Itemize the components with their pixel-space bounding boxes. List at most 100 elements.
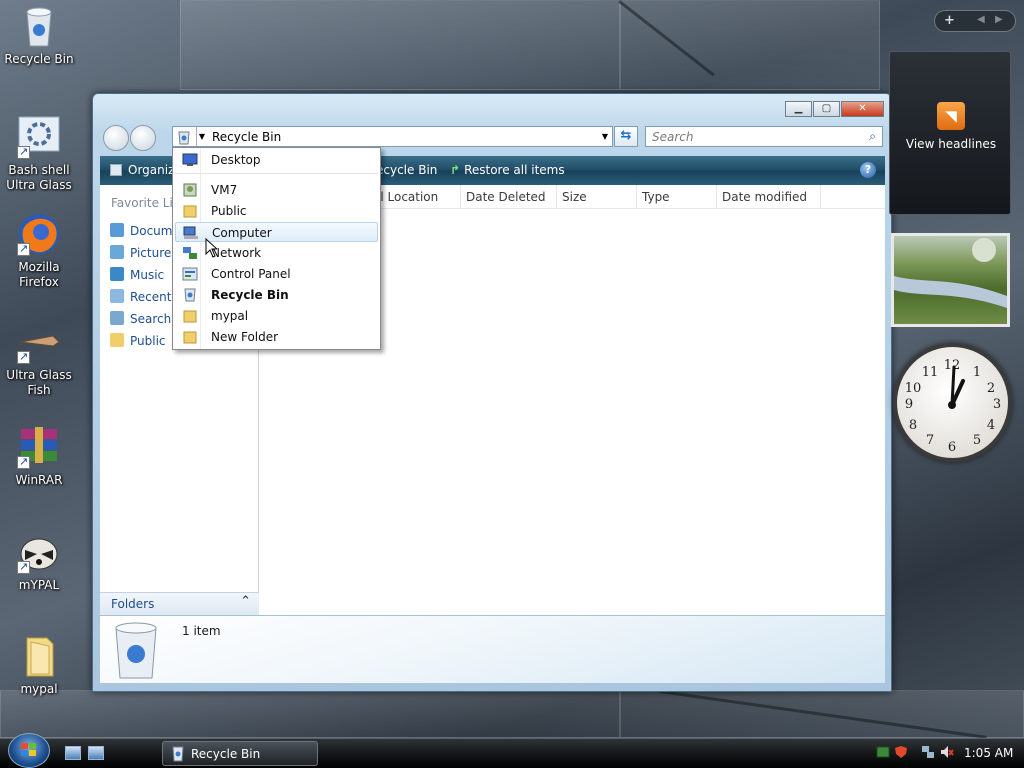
clock-time[interactable]: 1:05 AM — [964, 746, 1013, 760]
column-date-modified[interactable]: Date modified — [722, 190, 807, 204]
desktop-icon-label: mypal — [20, 682, 58, 696]
desktop-icon-mypal-app[interactable]: mYPAL — [1, 530, 77, 593]
close-button[interactable]: ✕ — [841, 101, 884, 117]
pictures-icon — [110, 245, 124, 259]
folder-icon — [110, 333, 124, 347]
next-gadgets-icon[interactable]: ▶ — [995, 14, 1003, 25]
minimize-button[interactable]: ▁ — [785, 101, 812, 117]
svg-text:4: 4 — [987, 418, 995, 433]
window-controls: ▁ ▢ ✕ — [785, 101, 884, 117]
address-text: Recycle Bin — [212, 130, 282, 144]
menu-item-recycle-bin[interactable]: Recycle Bin — [175, 285, 378, 305]
column-date-deleted[interactable]: Date Deleted — [466, 190, 546, 204]
desktop-icon-label: Recycle Bin — [4, 52, 74, 66]
control-panel-icon — [182, 267, 198, 281]
windows-logo-icon — [21, 743, 36, 756]
help-button[interactable]: ? — [860, 162, 876, 178]
bash-shell-icon — [17, 115, 61, 159]
desktop-icon-recycle-bin[interactable]: Recycle Bin — [1, 4, 77, 67]
desktop-icon-label: Bash shell Ultra Glass — [6, 163, 72, 192]
desktop-icon-label: Mozilla Firefox — [18, 260, 60, 289]
recycle-bin-icon — [176, 129, 192, 145]
refresh-button[interactable]: ⇆ — [614, 126, 638, 147]
search-box[interactable]: Search ⌕ — [645, 126, 883, 147]
svg-text:10: 10 — [905, 381, 922, 396]
empty-recycle-bin-button[interactable]: ecycle Bin — [376, 163, 437, 177]
slideshow-gadget[interactable] — [891, 233, 1010, 327]
show-desktop-icon[interactable] — [65, 746, 81, 760]
recycle-bin-icon — [17, 4, 61, 48]
shortcut-arrow-icon — [17, 349, 30, 364]
breadcrumb-dropdown-button[interactable]: ▼ — [196, 127, 207, 146]
menu-item-control-panel[interactable]: Control Panel — [175, 264, 378, 284]
search-input[interactable]: Search — [652, 130, 694, 144]
menu-item-mypal[interactable]: mypal — [175, 306, 378, 326]
start-button[interactable] — [8, 733, 50, 768]
column-separator[interactable] — [636, 185, 637, 209]
column-separator[interactable] — [556, 185, 557, 209]
network-icon[interactable] — [921, 745, 935, 759]
feed-headlines-gadget[interactable]: ◥ View headlines — [889, 51, 1011, 215]
previous-gadgets-icon[interactable]: ◀ — [977, 14, 985, 25]
desktop-icon-mypal-folder[interactable]: mypal — [1, 634, 77, 697]
desktop-icon-ultra-glass-fish[interactable]: Ultra Glass Fish — [1, 320, 77, 398]
desktop-icon-label: Ultra Glass Fish — [6, 368, 72, 397]
forward-button[interactable] — [130, 125, 156, 151]
menu-item-new-folder[interactable]: New Folder — [175, 327, 378, 347]
column-size[interactable]: Size — [562, 190, 587, 204]
clock-face: 12 1234567891011 — [905, 358, 1001, 455]
taskbar-button-recycle-bin[interactable]: Recycle Bin — [162, 741, 318, 766]
address-bar[interactable]: ▼ Recycle Bin ▼ — [172, 126, 613, 147]
menu-item-public[interactable]: Public — [175, 201, 378, 221]
view-headlines-link[interactable]: View headlines — [890, 137, 1012, 151]
folder-icon — [17, 634, 61, 678]
switch-windows-icon[interactable] — [88, 746, 104, 760]
folder-icon — [182, 330, 198, 344]
desktop-icon-winrar[interactable]: WinRAR — [1, 425, 77, 488]
details-pane: 1 item — [100, 615, 885, 683]
fish-icon — [17, 320, 61, 364]
column-separator[interactable] — [716, 185, 717, 209]
column-original-location[interactable]: al Location — [373, 190, 438, 204]
folders-label: Folders — [111, 597, 155, 611]
security-shield-icon[interactable] — [894, 745, 908, 759]
nav-link-public[interactable]: Public — [110, 333, 166, 351]
column-separator[interactable] — [460, 185, 461, 209]
menu-item-vm7[interactable]: VM7 — [175, 180, 378, 200]
organize-button[interactable]: Organiz — [110, 163, 174, 177]
tray-app-icon[interactable] — [876, 745, 890, 759]
clock-gadget[interactable]: 12 1 2 3 4 5 6 7 8 9 10 11 — [893, 343, 1012, 462]
recycle-bin-icon — [170, 745, 186, 765]
menu-item-desktop[interactable]: Desktop — [175, 150, 378, 170]
raccoon-icon — [17, 530, 61, 574]
address-history-dropdown-icon[interactable]: ▼ — [602, 127, 608, 146]
folders-toggle[interactable]: Folders ⌃ — [100, 592, 259, 615]
maximize-button[interactable]: ▢ — [813, 101, 840, 117]
desktop-icon-bash-shell[interactable]: Bash shell Ultra Glass — [1, 115, 77, 193]
user-folder-icon — [182, 183, 198, 197]
column-separator[interactable] — [820, 185, 821, 209]
svg-text:11: 11 — [922, 365, 939, 380]
nav-link-music[interactable]: Music — [110, 267, 164, 285]
restore-all-items-button[interactable]: ↱ Restore all items — [450, 163, 565, 177]
column-type[interactable]: Type — [642, 190, 670, 204]
desktop-icon-firefox[interactable]: Mozilla Firefox — [1, 212, 77, 290]
address-dropdown-menu: Desktop VM7 Public Computer Network Cont… — [172, 147, 381, 350]
network-icon — [182, 246, 198, 260]
nav-link-pictures[interactable]: Pictures — [110, 245, 178, 263]
svg-text:12: 12 — [944, 358, 961, 373]
nav-link-searches[interactable]: Searche — [110, 311, 179, 329]
folder-icon — [182, 309, 198, 323]
add-gadget-button[interactable]: + — [944, 13, 955, 28]
mouse-cursor-icon — [205, 238, 217, 258]
svg-text:1: 1 — [973, 365, 981, 380]
volume-muted-icon[interactable] — [940, 745, 954, 759]
menu-separator — [175, 173, 378, 174]
searches-icon — [110, 311, 124, 325]
nav-link-documents[interactable]: Docume — [110, 223, 180, 241]
svg-text:3: 3 — [993, 397, 1001, 412]
back-button[interactable] — [103, 125, 129, 151]
search-icon[interactable]: ⌕ — [869, 129, 876, 144]
shortcut-arrow-icon — [17, 241, 30, 256]
favorite-links-header: Favorite Lin — [111, 196, 181, 210]
